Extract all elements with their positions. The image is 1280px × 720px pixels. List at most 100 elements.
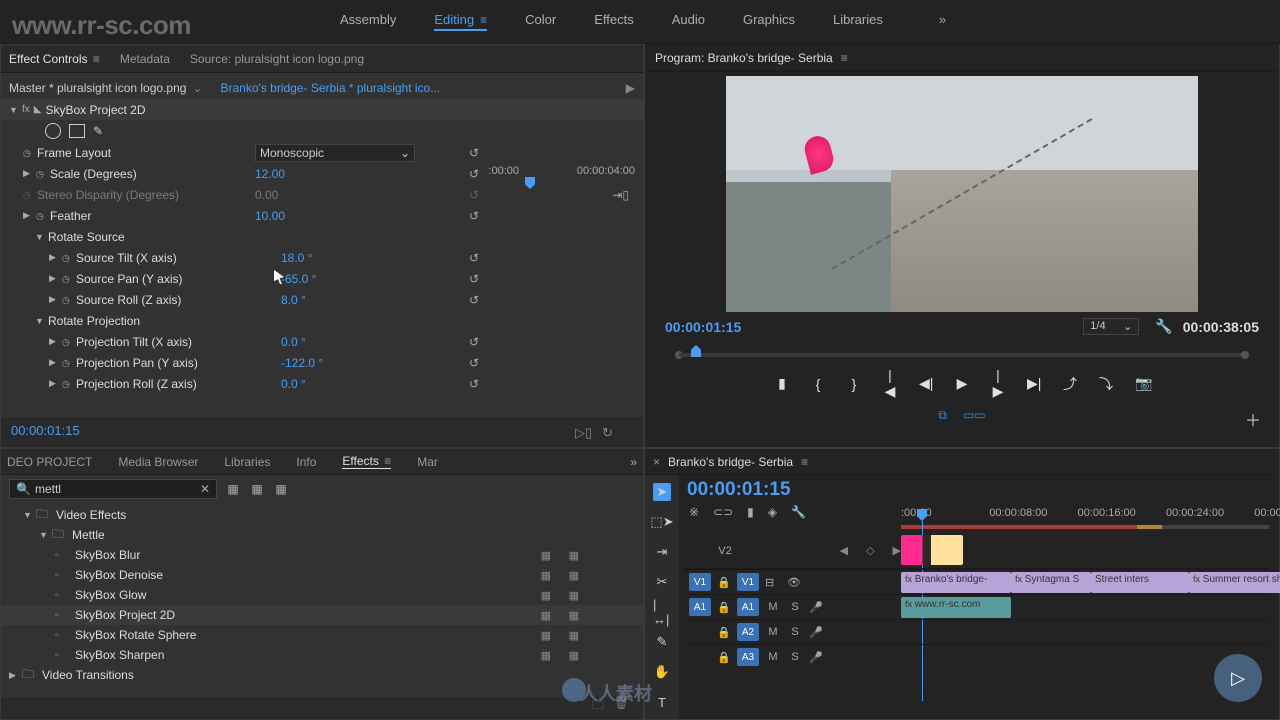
- add-marker-button[interactable]: ▮: [775, 375, 789, 392]
- panel-menu-icon[interactable]: ≡: [841, 51, 848, 65]
- tab-markers[interactable]: Mar: [417, 455, 438, 469]
- effect-skybox-project-2d[interactable]: ▫SkyBox Project 2D▦▦: [1, 605, 643, 625]
- hand-tool[interactable]: ✋: [653, 663, 671, 681]
- mute-button[interactable]: M: [765, 626, 781, 638]
- track-select-tool[interactable]: ⬚➤: [653, 513, 671, 531]
- effect-skybox-rotate-sphere[interactable]: ▫SkyBox Rotate Sphere▦▦: [1, 625, 643, 645]
- sequence-title[interactable]: Branko's bridge- Serbia: [668, 455, 793, 469]
- ec-timecode[interactable]: 00:00:01:15: [11, 423, 80, 438]
- go-to-in-button[interactable]: |◀: [883, 367, 897, 400]
- solo-button[interactable]: S: [787, 626, 803, 638]
- program-tc-current[interactable]: 00:00:01:15: [665, 319, 741, 335]
- panel-menu-icon[interactable]: ≡: [384, 454, 391, 468]
- timeline-work-area[interactable]: [901, 525, 1269, 529]
- mark-in-button[interactable]: {: [811, 376, 825, 392]
- mask-rect-icon[interactable]: [69, 124, 85, 138]
- voiceover-record-icon[interactable]: 🎤: [809, 601, 825, 614]
- prev-keyframe-icon[interactable]: ◀: [840, 544, 848, 557]
- linked-selection-icon[interactable]: ⊂⊃: [713, 505, 733, 519]
- source-patch-v1[interactable]: V1: [689, 573, 711, 591]
- reset-icon[interactable]: ↺: [469, 272, 479, 286]
- proj-pan-value[interactable]: -122.0 °: [281, 356, 323, 370]
- scale-value[interactable]: 12.00: [255, 167, 285, 181]
- pen-tool[interactable]: ✎: [653, 633, 671, 651]
- target-v1[interactable]: V1: [737, 573, 759, 591]
- tab-effect-controls[interactable]: Effect Controls ≡: [9, 52, 100, 66]
- clip-a1-1[interactable]: fx www.rr-sc.com: [901, 597, 1011, 618]
- proj-roll-value[interactable]: 0.0 °: [281, 377, 306, 391]
- settings-wrench-icon[interactable]: 🔧: [1155, 318, 1172, 335]
- clip-v1-1[interactable]: fx Branko's bridge-: [901, 572, 1011, 593]
- effect-skybox-denoise[interactable]: ▫SkyBox Denoise▦▦: [1, 565, 643, 585]
- type-tool[interactable]: T: [653, 693, 671, 711]
- reset-icon[interactable]: ↺: [469, 335, 479, 349]
- twirl-down-icon[interactable]: ▼: [35, 316, 45, 326]
- razor-tool[interactable]: ✂: [653, 573, 671, 591]
- lift-button[interactable]: ⤴: [1063, 374, 1077, 394]
- toggle-sync-lock-icon[interactable]: ⊟: [765, 576, 781, 589]
- clip-v1-3[interactable]: Street inters: [1091, 572, 1189, 593]
- mute-button[interactable]: M: [765, 601, 781, 613]
- reset-icon[interactable]: ↺: [469, 356, 479, 370]
- ec-master-clip[interactable]: Master * pluralsight icon logo.png: [9, 81, 186, 95]
- twirl-right-icon[interactable]: ▶: [9, 670, 19, 681]
- effect-skybox-blur[interactable]: ▫SkyBox Blur▦▦: [1, 545, 643, 565]
- stopwatch-icon[interactable]: ◷: [62, 358, 72, 368]
- search-input[interactable]: [35, 482, 196, 496]
- effect-name[interactable]: SkyBox Project 2D: [45, 103, 145, 117]
- lock-icon[interactable]: 🔒: [717, 576, 731, 589]
- go-to-out-button[interactable]: ▶|: [1027, 375, 1041, 392]
- twirl-right-icon[interactable]: ▶: [49, 252, 59, 263]
- mark-out-button[interactable]: }: [847, 376, 861, 392]
- target-a3[interactable]: A3: [737, 648, 759, 666]
- clip-v1-2[interactable]: fx Syntagma S: [1011, 572, 1091, 593]
- reset-icon[interactable]: ↺: [469, 251, 479, 265]
- effect-bypass-icon[interactable]: ◣: [34, 104, 42, 115]
- src-roll-value[interactable]: 8.0 °: [281, 293, 306, 307]
- twirl-down-icon[interactable]: ▼: [9, 105, 19, 115]
- ws-effects[interactable]: Effects: [594, 12, 634, 31]
- twirl-down-icon[interactable]: ▼: [23, 510, 33, 520]
- ripple-edit-tool[interactable]: ⇥: [653, 543, 671, 561]
- solo-button[interactable]: S: [787, 651, 803, 663]
- toggle-vr-icon[interactable]: ▭▭: [963, 408, 986, 423]
- reset-icon[interactable]: ↺: [469, 293, 479, 307]
- track-label-v2[interactable]: V2: [717, 545, 733, 557]
- ws-audio[interactable]: Audio: [672, 12, 705, 31]
- source-patch-a1[interactable]: A1: [689, 598, 711, 616]
- ws-graphics[interactable]: Graphics: [743, 12, 795, 31]
- twirl-right-icon[interactable]: ▶: [49, 357, 59, 368]
- chevron-down-icon[interactable]: ⌄: [192, 81, 202, 95]
- toggle-output-icon[interactable]: 👁: [787, 576, 803, 589]
- twirl-right-icon[interactable]: ▶: [23, 210, 33, 221]
- stopwatch-icon[interactable]: ◷: [36, 211, 46, 221]
- twirl-right-icon[interactable]: ▶: [23, 168, 33, 179]
- lock-icon[interactable]: 🔒: [717, 626, 731, 639]
- mask-ellipse-icon[interactable]: [45, 123, 61, 139]
- tab-source[interactable]: Source: pluralsight icon logo.png: [190, 52, 364, 66]
- stopwatch-icon[interactable]: ◷: [62, 295, 72, 305]
- stopwatch-icon[interactable]: ◷: [62, 379, 72, 389]
- reset-icon[interactable]: ↺: [469, 209, 479, 223]
- stopwatch-icon[interactable]: ◷: [36, 169, 46, 179]
- tabs-overflow[interactable]: »: [630, 455, 637, 469]
- button-editor-icon[interactable]: ＋: [1245, 407, 1261, 431]
- effect-skybox-glow[interactable]: ▫SkyBox Glow▦▦: [1, 585, 643, 605]
- extract-button[interactable]: ⤵: [1099, 374, 1113, 394]
- time-ruler[interactable]: :00:00 00:00:08:00 00:00:16:00 00:00:24:…: [901, 507, 1269, 533]
- 32bit-badge-icon[interactable]: ▦: [249, 482, 265, 496]
- mute-button[interactable]: M: [765, 651, 781, 663]
- twirl-right-icon[interactable]: ▶: [49, 273, 59, 284]
- tab-media-browser[interactable]: Media Browser: [118, 455, 198, 469]
- play-only-icon[interactable]: ▷▯: [575, 425, 592, 441]
- stopwatch-icon[interactable]: ◷: [23, 148, 33, 158]
- loop-icon[interactable]: ↻: [602, 425, 613, 441]
- play-arrow-icon[interactable]: ▶: [626, 81, 635, 95]
- lock-icon[interactable]: 🔒: [717, 651, 731, 664]
- clip-v2-logo[interactable]: [901, 535, 963, 565]
- twirl-right-icon[interactable]: ▶: [49, 336, 59, 347]
- snap-icon[interactable]: ※: [689, 505, 699, 519]
- zoom-select[interactable]: 1/4⌄: [1083, 318, 1139, 335]
- stopwatch-icon[interactable]: ◷: [62, 253, 72, 263]
- play-button[interactable]: ▶: [955, 375, 969, 392]
